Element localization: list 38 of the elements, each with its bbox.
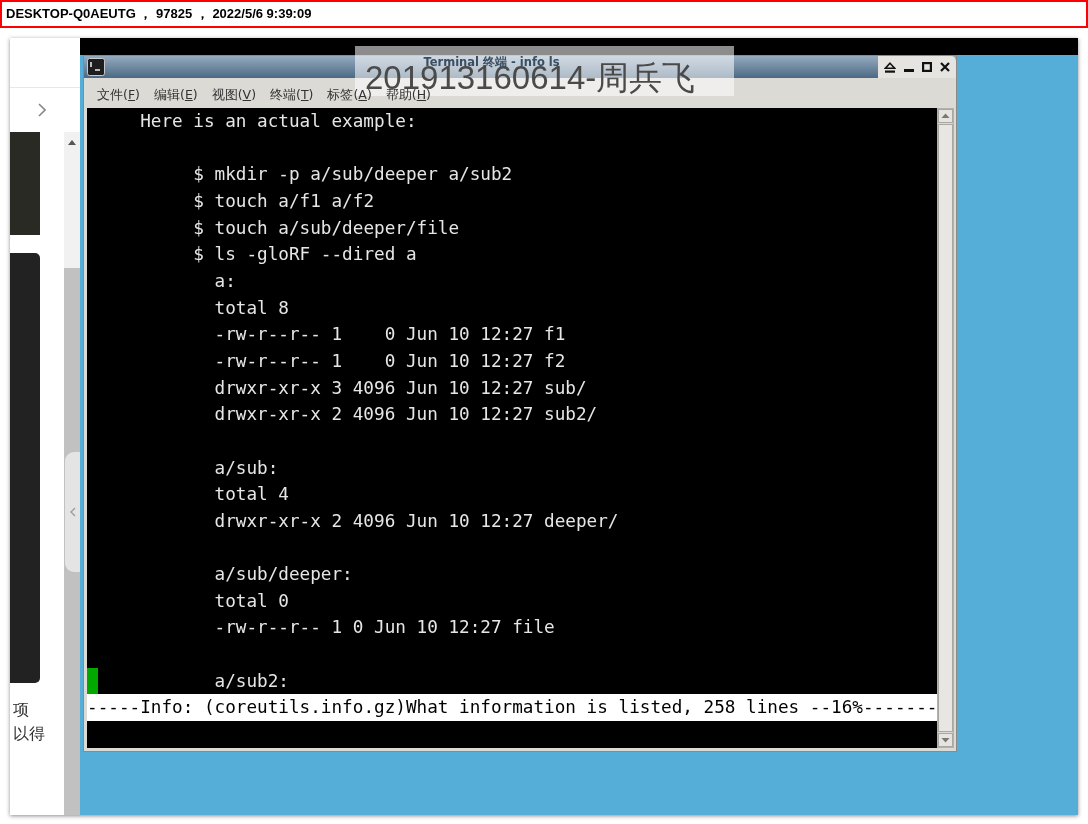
chevron-left-icon	[69, 507, 76, 517]
menu-item[interactable]: 编辑(E)	[148, 87, 204, 102]
scroll-down-icon[interactable]	[938, 733, 954, 747]
scrollbar[interactable]	[937, 108, 955, 748]
scroll-up-icon[interactable]	[938, 109, 954, 123]
terminal-line: Here is an actual example:	[140, 111, 417, 131]
terminal-line: $ touch a/f1 a/f2	[193, 190, 374, 211]
terminal-line: $ mkdir -p a/sub/deeper a/sub2	[193, 164, 513, 185]
terminal-line: drwxr-xr-x 3 4096 Jun 10 12:27 sub/	[214, 377, 587, 398]
terminal-line: -rw-r--r-- 1 0 Jun 10 12:27 file	[214, 617, 555, 638]
terminal-line: total 8	[214, 297, 289, 318]
terminal-line: a/sub/deeper:	[214, 564, 353, 585]
terminal-line: a/sub:	[214, 457, 279, 478]
menu-item[interactable]: 终端(T)	[264, 87, 320, 102]
header-text: DESKTOP-Q0AEUTG ， 97825 ， 2022/5/6 9:39:09	[6, 5, 312, 23]
terminal-line: drwxr-xr-x 2 4096 Jun 10 12:27 deeper/	[214, 510, 619, 531]
terminal-line: $ touch a/sub/deeper/file	[193, 217, 460, 238]
terminal-line: a:	[214, 270, 236, 291]
scroll-up-icon[interactable]	[68, 140, 76, 145]
menu-item[interactable]: 文件(F)	[91, 87, 146, 102]
terminal-line: drwxr-xr-x 2 4096 Jun 10 12:27 sub2/	[214, 404, 598, 425]
chevron-right-icon[interactable]	[38, 103, 46, 117]
close-icon[interactable]	[940, 62, 950, 72]
scrollbar[interactable]	[64, 132, 80, 815]
terminal-line: -rw-r--r-- 1 0 Jun 10 12:27 f2	[214, 350, 566, 371]
text-fragment: 项	[13, 699, 30, 720]
terminal-line: $ ls -gloRF --dired a	[193, 244, 417, 265]
text-fragment: 以得	[13, 723, 46, 744]
terminal-line: a/sub2:	[214, 670, 289, 691]
terminal-line: total 4	[214, 484, 289, 505]
terminal-line: total 0	[214, 590, 289, 611]
terminal-icon[interactable]	[87, 58, 105, 76]
eject-icon[interactable]	[884, 61, 896, 73]
maximize-icon[interactable]	[922, 62, 932, 72]
terminal-line: -rw-r--r-- 1 0 Jun 10 12:27 f1	[214, 324, 566, 345]
scrollbar-thumb[interactable]	[938, 124, 954, 732]
menu-item[interactable]: 视图(V)	[205, 87, 262, 102]
side-handle[interactable]	[65, 452, 80, 572]
